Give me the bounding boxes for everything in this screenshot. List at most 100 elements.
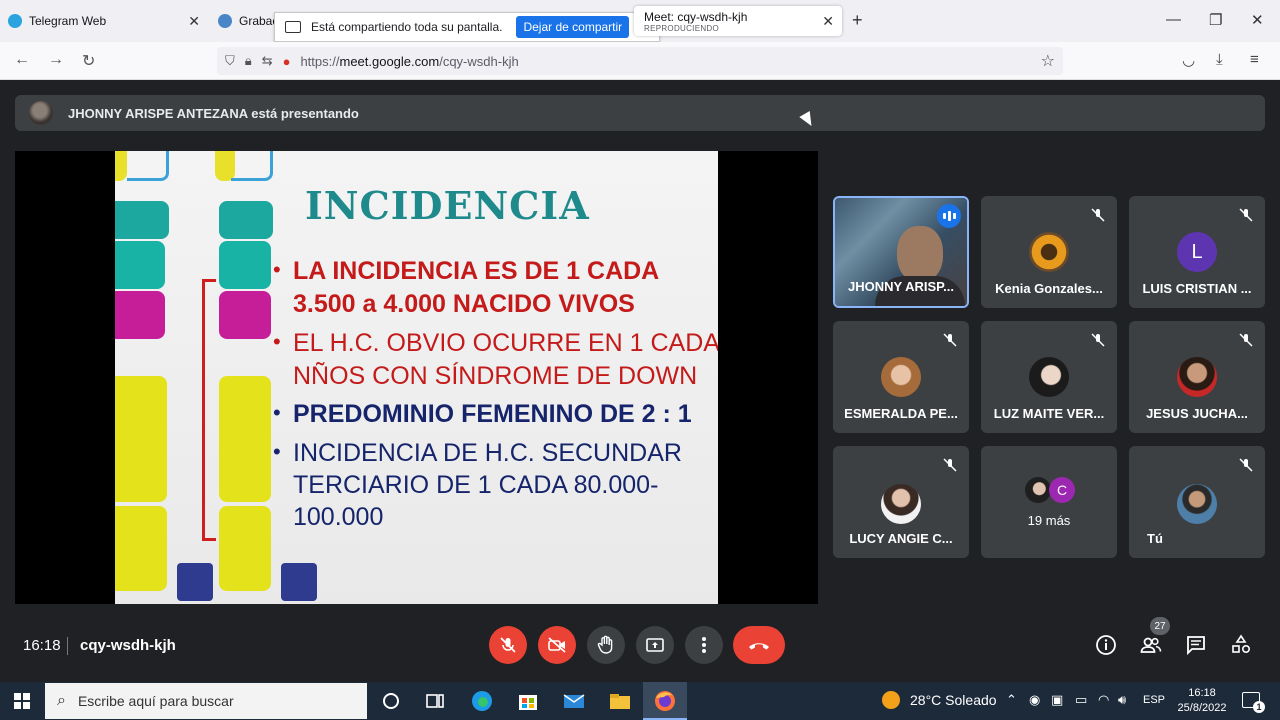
forward-icon[interactable]: → bbox=[48, 51, 64, 69]
more-vertical-icon bbox=[702, 637, 706, 653]
tab-telegram[interactable]: Telegram Web ✕ bbox=[8, 6, 208, 36]
camera-tray-icon[interactable]: ▣ bbox=[1051, 692, 1063, 708]
meet-tray-icon[interactable]: ◉ bbox=[1029, 692, 1040, 708]
avatar bbox=[1177, 484, 1217, 524]
taskbar-clock[interactable]: 16:18 25/8/2022 bbox=[1172, 686, 1232, 716]
new-tab-icon[interactable]: + bbox=[852, 10, 863, 31]
participant-tile-self[interactable]: Tú bbox=[1129, 446, 1265, 558]
slide-title: INCIDENCIA bbox=[305, 183, 590, 228]
notifications-icon[interactable]: 1 bbox=[1242, 692, 1265, 713]
hand-icon bbox=[597, 635, 613, 654]
mic-off-icon bbox=[1239, 208, 1253, 222]
avatar bbox=[1029, 357, 1069, 397]
participant-face bbox=[897, 226, 943, 282]
cortana-icon[interactable] bbox=[378, 688, 404, 714]
stop-sharing-button[interactable]: Dejar de compartir bbox=[516, 16, 630, 38]
slide-decoration bbox=[202, 279, 216, 541]
meeting-clock: 16:18 bbox=[23, 637, 61, 654]
participant-tile-kenia[interactable]: Kenia Gonzales... bbox=[981, 196, 1117, 308]
participant-tile-esmeralda[interactable]: ESMERALDA PE... bbox=[833, 321, 969, 433]
participant-tile-luz[interactable]: LUZ MAITE VER... bbox=[981, 321, 1117, 433]
close-icon[interactable]: ✕ bbox=[822, 13, 834, 30]
tab-label: Meet: cqy-wsdh-kjh bbox=[644, 9, 748, 24]
slide-decoration bbox=[115, 201, 169, 239]
browser-tab-bar: Telegram Web ✕ Grabac Está compartiendo … bbox=[0, 0, 1280, 42]
windows-start-icon[interactable] bbox=[14, 693, 30, 709]
menu-icon[interactable]: ≡ bbox=[1250, 51, 1259, 68]
participant-name: Kenia Gonzales... bbox=[995, 281, 1103, 296]
more-participants-label: 19 más bbox=[1027, 513, 1071, 528]
tab-audio-status: REPRODUCIENDO bbox=[644, 23, 720, 33]
back-icon[interactable]: ← bbox=[14, 51, 30, 69]
presenter-text: JHONNY ARISPE ANTEZANA está presentando bbox=[68, 105, 359, 121]
more-options-button[interactable] bbox=[685, 626, 723, 664]
screen-share-notice: Está compartiendo toda su pantalla. Deja… bbox=[274, 12, 660, 42]
mic-off-icon bbox=[1091, 208, 1105, 222]
microphone-in-use-icon[interactable]: ● bbox=[283, 54, 291, 69]
meet-window: JHONNY ARISPE ANTEZANA está presentando … bbox=[0, 80, 1280, 682]
reload-icon[interactable]: ↻ bbox=[82, 51, 95, 71]
toggle-camera-button[interactable] bbox=[538, 626, 576, 664]
mic-off-icon bbox=[500, 637, 516, 653]
participant-tile-jesus[interactable]: JESUS JUCHA... bbox=[1129, 321, 1265, 433]
maximize-window-icon[interactable]: ❐ bbox=[1209, 11, 1222, 29]
activities-icon[interactable] bbox=[1230, 634, 1252, 656]
participant-tile-luis[interactable]: L LUIS CRISTIAN ... bbox=[1129, 196, 1265, 308]
taskbar-search-box[interactable]: ⌕ Escribe aquí para buscar bbox=[45, 683, 367, 719]
people-icon[interactable] bbox=[1140, 634, 1162, 656]
leave-call-button[interactable] bbox=[733, 626, 785, 664]
avatar bbox=[881, 357, 921, 397]
slide-decoration bbox=[219, 201, 273, 239]
slide-bullet-line: LA INCIDENCIA ES DE 1 CADA bbox=[293, 257, 660, 285]
chat-icon[interactable] bbox=[1185, 634, 1207, 656]
mail-icon[interactable] bbox=[561, 688, 587, 714]
file-explorer-icon[interactable] bbox=[607, 688, 633, 714]
toggle-microphone-button[interactable] bbox=[489, 626, 527, 664]
avatar bbox=[1025, 477, 1051, 503]
input-language[interactable]: ESP bbox=[1143, 694, 1165, 706]
tab-grabacion[interactable]: Grabac bbox=[218, 6, 278, 36]
avatar: L bbox=[1177, 232, 1217, 272]
participant-tile-more[interactable]: C 19 más bbox=[981, 446, 1117, 558]
speaking-indicator-icon bbox=[937, 204, 961, 228]
bookmark-star-icon[interactable]: ☆ bbox=[1041, 51, 1055, 71]
avatar bbox=[1177, 357, 1217, 397]
minimize-window-icon[interactable]: — bbox=[1166, 11, 1181, 28]
wifi-icon[interactable]: ◠ bbox=[1098, 692, 1109, 708]
slide-decoration bbox=[127, 151, 169, 181]
lock-icon[interactable]: 🔒︎ bbox=[245, 53, 252, 69]
downloads-icon[interactable]: ⤓ bbox=[1216, 51, 1223, 68]
weather-text: 28°C Soleado bbox=[910, 692, 997, 708]
notification-count: 1 bbox=[1253, 701, 1265, 713]
slide-decoration bbox=[219, 241, 271, 289]
battery-icon[interactable]: ▭ bbox=[1075, 692, 1087, 708]
shared-screen: INCIDENCIA • LA INCIDENCIA ES DE 1 CADA … bbox=[15, 151, 818, 604]
firefox-icon bbox=[655, 691, 675, 711]
present-now-button[interactable] bbox=[636, 626, 674, 664]
show-hidden-icons-icon[interactable]: ⌃ bbox=[1006, 692, 1017, 708]
tab-label: Telegram Web bbox=[29, 14, 107, 28]
participant-name: LUIS CRISTIAN ... bbox=[1142, 281, 1252, 296]
mic-off-icon bbox=[943, 458, 957, 472]
edge-icon[interactable] bbox=[469, 688, 495, 714]
volume-icon[interactable]: 🔊︎ bbox=[1118, 692, 1126, 708]
weather-widget[interactable]: 28°C Soleado bbox=[882, 691, 997, 709]
address-bar[interactable]: ⛉ 🔒︎ ⇆ ● https://meet.google.com/cqy-wsd… bbox=[217, 47, 1063, 75]
pocket-icon[interactable]: ◡ bbox=[1182, 51, 1195, 69]
task-view-icon[interactable] bbox=[422, 688, 448, 714]
raise-hand-button[interactable] bbox=[587, 626, 625, 664]
permissions-icon[interactable]: ⇆ bbox=[262, 53, 273, 69]
participant-tile-lucy[interactable]: LUCY ANGIE C... bbox=[833, 446, 969, 558]
taskbar-firefox-active[interactable] bbox=[643, 682, 687, 720]
meeting-details-icon[interactable] bbox=[1095, 634, 1117, 656]
participant-tile-jhonny[interactable]: JHONNY ARISP... bbox=[833, 196, 969, 308]
bullet-dot: • bbox=[273, 257, 281, 282]
tab-meet[interactable]: Meet: cqy-wsdh-kjh REPRODUCIENDO ✕ bbox=[634, 6, 842, 36]
store-icon[interactable] bbox=[515, 688, 541, 714]
shield-icon[interactable]: ⛉ bbox=[225, 53, 235, 69]
slide-bullet-line: EL H.C. OBVIO OCURRE EN 1 CADA bbox=[293, 329, 718, 357]
share-notice-text: Está compartiendo toda su pantalla. bbox=[311, 20, 503, 34]
close-window-icon[interactable]: ✕ bbox=[1251, 11, 1264, 29]
slide-bullet-line: 3.500 a 4.000 NACIDO VIVOS bbox=[293, 290, 635, 318]
close-icon[interactable]: ✕ bbox=[188, 13, 200, 30]
